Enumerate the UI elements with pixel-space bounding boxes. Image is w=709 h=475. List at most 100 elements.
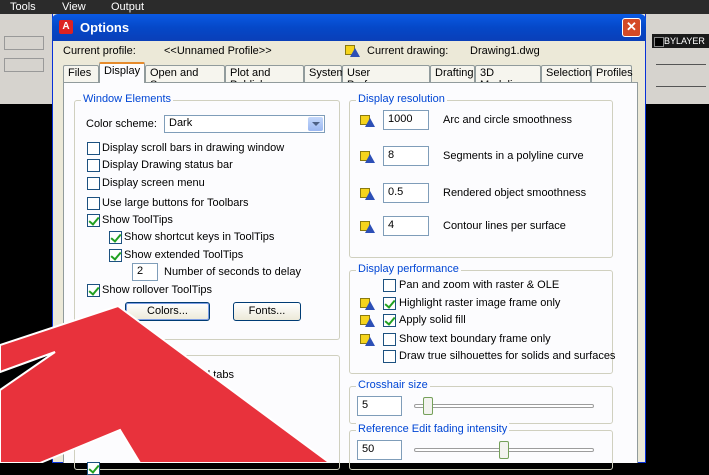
color-scheme-select[interactable]: Dark [164,115,325,133]
current-profile-label: Current profile: [63,45,136,57]
current-profile-value: <<Unnamed Profile>> [164,45,272,57]
checkbox-shortcut-keys[interactable] [109,231,122,244]
performance-icon [360,332,376,347]
drawing-file-icon [345,43,361,58]
option-label: Highlight raster image frame only [399,297,561,309]
contour-lines-input[interactable]: 4 [383,216,429,236]
linetype-line [656,64,706,65]
checkbox-true-silhouettes[interactable] [383,350,396,363]
xref-fading-slider-thumb[interactable] [499,441,509,459]
display-resolution-title: Display resolution [356,93,447,105]
crosshair-size-input[interactable]: 5 [357,396,402,416]
xref-fading-input[interactable]: 50 [357,440,402,460]
option-label: Pan and zoom with raster & OLE [399,279,560,291]
tab-user-preferences[interactable]: User Preferences [342,65,430,91]
xref-fading-title: Reference Edit fading intensity [356,423,510,435]
window-elements-group: Window Elements Color scheme: Dark Displ… [74,93,340,340]
menu-output[interactable]: Output [111,1,144,13]
menu-view[interactable]: View [62,1,86,13]
xref-fading-group: Reference Edit fading intensity 50 [349,423,613,470]
checkbox-screen-menu[interactable] [87,177,100,190]
resolution-icon [360,219,376,234]
lineweight-line [656,86,706,87]
current-drawing-value: Drawing1.dwg [470,45,540,57]
tab-system[interactable]: System [304,65,346,82]
option-label: Display scroll bars in drawing window [102,142,285,154]
checkbox-large-buttons[interactable] [87,197,100,210]
autocad-logo-icon: A [59,20,73,34]
colors-button[interactable]: Colors... [125,302,210,321]
tab-files[interactable]: Files [63,65,99,82]
checkbox-solid-fill[interactable] [383,314,396,327]
layer-dropdown[interactable]: BYLAYER [652,34,709,48]
option-label: Show ToolTips [102,214,173,226]
menu-tools[interactable]: Tools [10,1,36,13]
dialog-title: Options [80,20,130,35]
checkbox-status-bar[interactable] [87,159,100,172]
checkbox-text-boundary[interactable] [383,333,396,346]
option-label: Show shortcut keys in ToolTips [124,231,275,243]
option-label: Show text boundary frame only [399,333,551,345]
tab-open-and-save[interactable]: Open and Save [145,65,225,91]
checkbox-pan-zoom-raster[interactable] [383,279,396,292]
resolution-icon [360,186,376,201]
background-menubar: Tools View Output [0,0,709,14]
resolution-icon [360,113,376,128]
layout-elements-title: Layout [81,348,119,360]
crosshair-size-group: Crosshair size 5 [349,379,613,424]
color-scheme-label: Color scheme: [86,118,157,130]
rendered-smoothness-input[interactable]: 0.5 [383,183,429,203]
crosshair-slider-thumb[interactable] [422,397,433,415]
resolution-icon [360,149,376,164]
ribbon-tool-icon[interactable] [4,36,44,50]
checkbox-layout-model-tabs[interactable] [87,369,100,382]
tab-profiles[interactable]: Profiles [591,65,633,82]
ribbon-tool-icon[interactable] [4,58,44,72]
dialog-titlebar[interactable]: A Options ✕ [52,14,646,41]
arc-smoothness-input[interactable]: 1000 [383,110,429,130]
option-label: Apply solid fill [399,314,466,326]
checkbox-layout-option[interactable] [87,462,100,475]
checkbox-extended-tooltips[interactable] [109,249,122,262]
resolution-label: Arc and circle smoothness [443,114,572,126]
crosshair-slider-track[interactable] [414,404,594,408]
option-label: Use large buttons for Toolbars [102,197,249,209]
checkbox-printable-area[interactable] [87,387,100,400]
resolution-label: Rendered object smoothness [443,187,587,199]
color-scheme-value: Dark [169,117,193,129]
crosshair-size-title: Crosshair size [356,379,430,391]
display-resolution-group: Display resolution 1000 Arc and circle s… [349,93,613,258]
resolution-label: Segments in a polyline curve [443,150,584,162]
delay-label: Number of seconds to delay [164,266,301,278]
option-label: Disp [102,387,125,399]
layout-elements-group: Layout Disp d Model tabs Disp layouts [74,348,340,475]
option-label: Display screen menu [102,177,205,189]
display-performance-title: Display performance [356,263,461,275]
close-button[interactable]: ✕ [622,18,641,37]
display-tab-panel: Window Elements Color scheme: Dark Displ… [63,82,638,475]
tooltip-delay-input[interactable]: 2 [132,263,158,281]
tab-selection[interactable]: Selection [541,65,591,82]
rollover-label: Show rollover ToolTips [102,284,213,296]
option-label: Disp [102,369,125,381]
resolution-label: Contour lines per surface [443,220,566,232]
polyline-segments-input[interactable]: 8 [383,146,429,166]
display-performance-group: Display performance Pan and zoom with ra… [349,263,616,374]
options-dialog: A Options ✕ Current profile: <<Unnamed P… [52,14,646,475]
tab-display[interactable]: Display [99,62,145,83]
tab-plot-and-publish[interactable]: Plot and Publish [225,65,304,91]
checkbox-scroll-bars[interactable] [87,142,100,155]
chevron-down-icon[interactable] [308,117,323,131]
tab-3d-modeling[interactable]: 3D Modeling [475,65,541,91]
performance-icon [360,296,376,311]
checkbox-highlight-raster[interactable] [383,297,396,310]
option-label: layouts [260,444,295,456]
option-label: Draw true silhouettes for solids and sur… [399,350,616,362]
checkbox-rollover-tooltips[interactable] [87,284,100,297]
checkbox-show-tooltips[interactable] [87,214,100,227]
option-label: d Model tabs [171,369,234,381]
background-properties-panel [643,14,709,104]
tab-drafting[interactable]: Drafting [430,65,475,82]
window-elements-title: Window Elements [81,93,174,105]
fonts-button[interactable]: Fonts... [233,302,301,321]
